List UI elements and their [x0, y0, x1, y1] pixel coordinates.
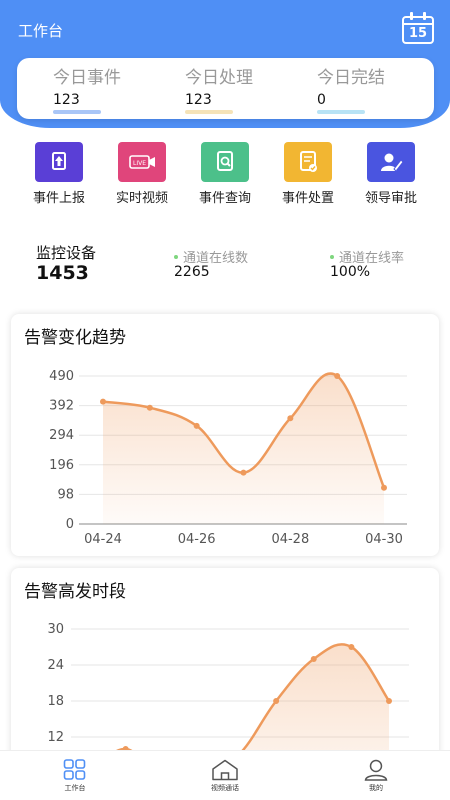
- bottom-tab-bar: 工作台 视频通话 我的: [0, 750, 450, 800]
- x-tick-label: 04-24: [84, 532, 122, 547]
- alarm-period-chart: 612182430: [47, 622, 409, 768]
- query-icon: [201, 142, 249, 182]
- channel-online-rate: 100%: [330, 264, 371, 280]
- channel-online-count: 2265: [174, 264, 210, 280]
- report-icon: [35, 142, 83, 182]
- y-tick-label: 392: [49, 399, 74, 414]
- quick-actions: 事件上报 LIVE 实时视频 事件查询 事件处置 领导审批: [0, 142, 450, 206]
- monitor-device-label: 监控设备: [36, 244, 97, 262]
- tab-video-call[interactable]: 视频通话: [185, 759, 265, 793]
- y-tick-label: 24: [47, 658, 64, 673]
- x-tick-label: 04-30: [365, 532, 403, 547]
- action-label: 事件上报: [32, 191, 85, 206]
- stat-today-events[interactable]: 今日事件 123: [53, 67, 173, 114]
- y-tick-label: 196: [49, 458, 74, 473]
- stat-label: 今日事件: [53, 68, 121, 88]
- stat-label: 今日处理: [185, 68, 253, 88]
- calendar-icon[interactable]: 15: [402, 12, 434, 44]
- action-live-video[interactable]: LIVE 实时视频: [102, 142, 182, 206]
- user-icon: [364, 759, 388, 781]
- svg-text:LIVE: LIVE: [133, 160, 146, 167]
- monitor-section: 监控设备 1453 通道在线数 2265 通道在线率 100%: [0, 238, 450, 288]
- data-point: [146, 404, 153, 411]
- stat-value: 0: [317, 92, 326, 108]
- data-point: [334, 373, 341, 379]
- alarm-trend-card: 告警变化趋势 0 98 196 294 392 490 04-24 04-26 04-28 04-…: [11, 314, 439, 556]
- today-stats-card: 今日事件 123 今日处理 123 今日完结 0: [17, 58, 434, 119]
- x-tick-label: 04-26: [178, 532, 216, 547]
- stat-label: 今日完结: [317, 68, 385, 88]
- y-tick-label: 12: [47, 730, 64, 745]
- y-tick-label: 294: [49, 428, 74, 443]
- y-tick-label: 30: [47, 622, 64, 637]
- data-point: [100, 398, 106, 405]
- stat-underline: [53, 110, 101, 114]
- tab-workbench[interactable]: 工作台: [35, 759, 115, 793]
- action-leader-approve[interactable]: 领导审批: [351, 142, 431, 206]
- data-point: [381, 484, 387, 491]
- y-tick-label: 98: [57, 487, 74, 502]
- data-point: [193, 422, 200, 429]
- alarm-trend-chart: 0 98 196 294 392 490 04-24 04-26 04-28 04-30: [49, 369, 407, 547]
- action-label: 实时视频: [115, 191, 168, 206]
- home-icon: [212, 759, 238, 781]
- action-label: 事件查询: [198, 191, 251, 206]
- y-tick-label: 0: [66, 517, 74, 532]
- stat-underline: [185, 110, 233, 114]
- stat-today-handled[interactable]: 今日处理 123: [185, 67, 305, 114]
- grid-icon: [63, 759, 86, 780]
- y-tick-label: 18: [47, 694, 64, 709]
- tab-label: 我的: [369, 784, 383, 792]
- alarm-period-card: 告警高发时段 612182430: [11, 568, 439, 768]
- action-label: 事件处置: [281, 191, 334, 206]
- handle-icon: [284, 142, 332, 182]
- series-area: [103, 373, 384, 524]
- stat-underline: [317, 110, 365, 114]
- data-point: [240, 469, 247, 476]
- stat-today-completed[interactable]: 今日完结 0: [317, 67, 437, 114]
- data-point: [287, 415, 294, 422]
- data-point: [273, 698, 280, 704]
- approve-icon: [367, 142, 415, 182]
- y-tick-label: 490: [49, 369, 74, 384]
- workbench-page: 工作台 15 今日事件 123 今日处理 123 今日完结 0 事件上报 LIV…: [0, 0, 450, 800]
- tab-label: 视频通话: [211, 784, 239, 792]
- online-dot-icon: [330, 254, 334, 259]
- action-event-handle[interactable]: 事件处置: [268, 142, 348, 206]
- action-event-report[interactable]: 事件上报: [19, 142, 99, 206]
- stat-value: 123: [53, 92, 80, 108]
- page-title: 工作台: [18, 22, 64, 40]
- x-tick-label: 04-28: [271, 532, 309, 547]
- data-point: [386, 698, 392, 704]
- action-label: 领导审批: [364, 191, 417, 206]
- live-video-icon: LIVE: [118, 142, 166, 182]
- online-dot-icon: [174, 254, 178, 259]
- tab-mine[interactable]: 我的: [336, 759, 416, 793]
- data-point: [348, 644, 355, 650]
- monitor-device-count: 1453: [36, 262, 89, 284]
- tab-label: 工作台: [64, 784, 86, 792]
- action-event-query[interactable]: 事件查询: [185, 142, 265, 206]
- data-point: [310, 656, 317, 662]
- stat-value: 123: [185, 92, 212, 108]
- calendar-day: 15: [408, 26, 428, 41]
